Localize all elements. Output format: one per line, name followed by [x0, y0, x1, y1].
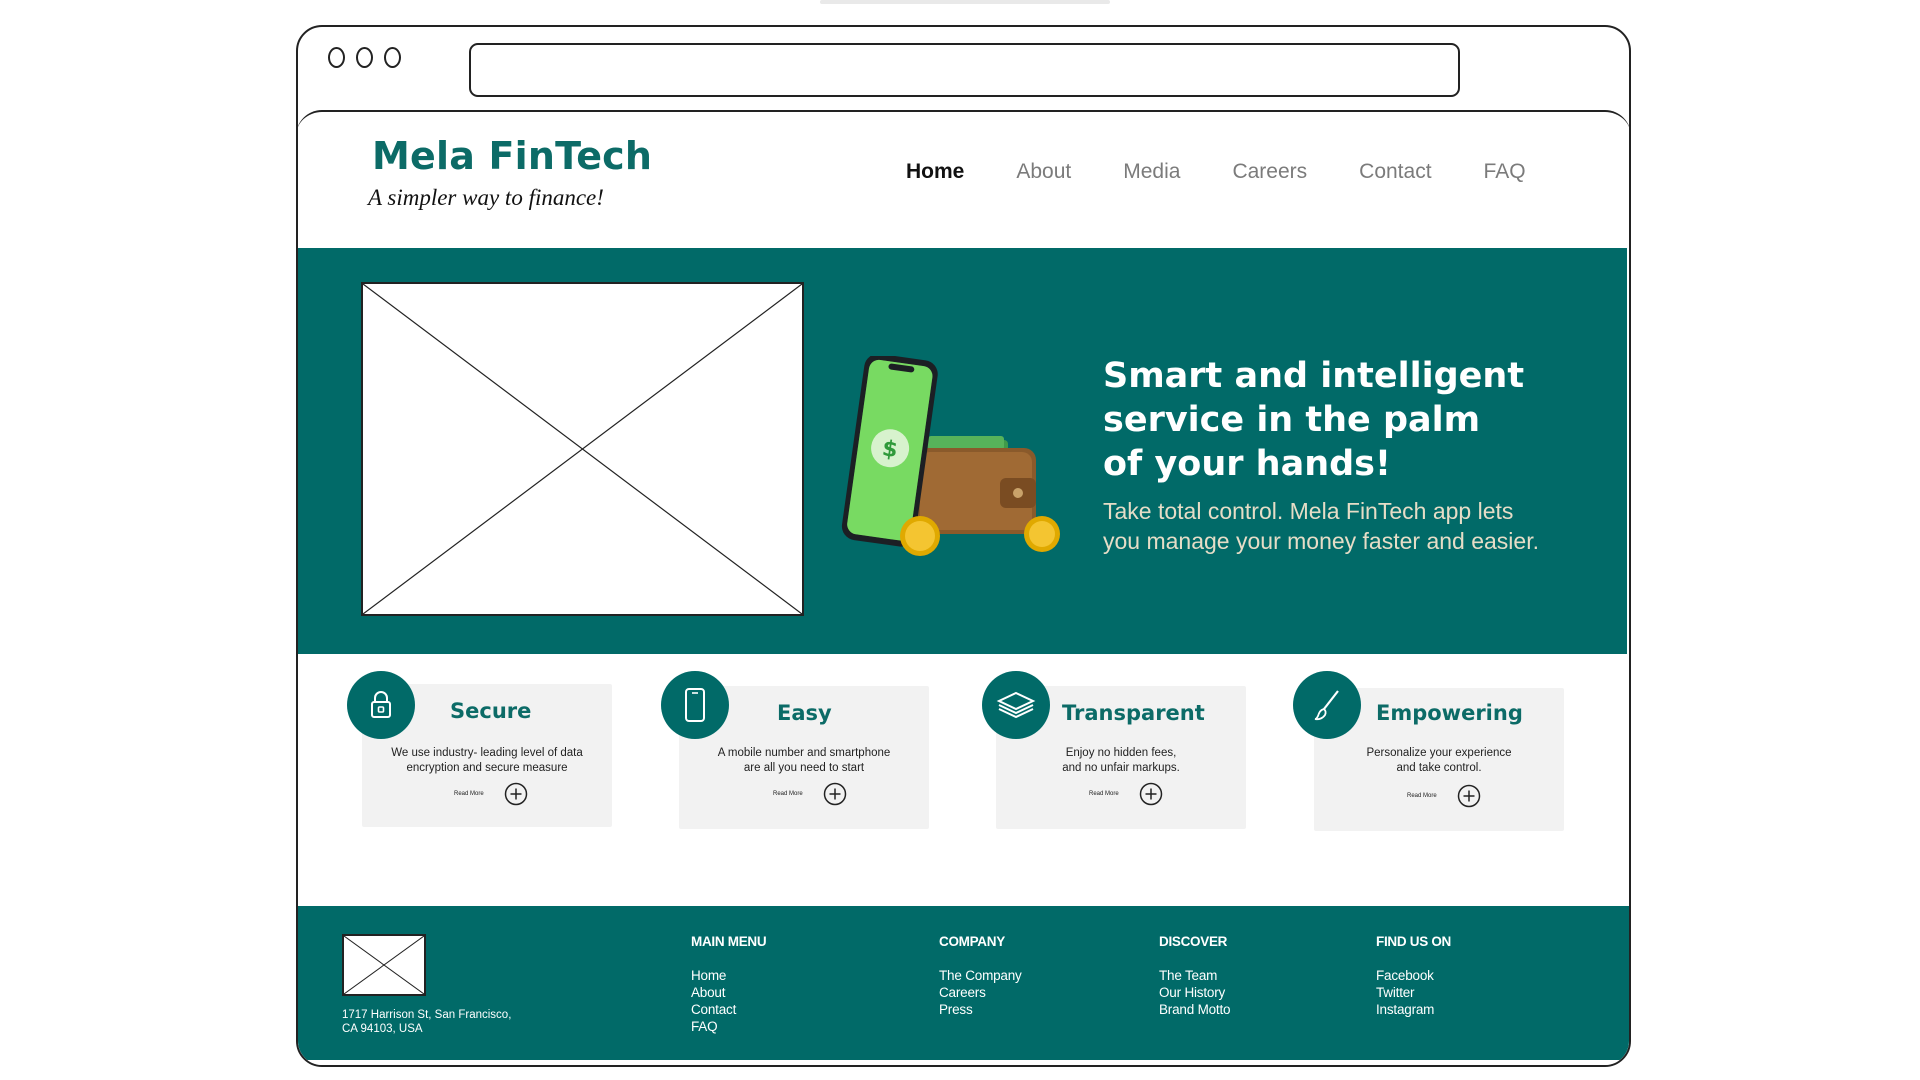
site-footer: 1717 Harrison St, San Francisco, CA 9410… [298, 906, 1629, 1060]
placeholder-cross-icon [363, 284, 802, 614]
nav-home[interactable]: Home [906, 160, 964, 184]
footer-col-find-us-on: FIND US ON Facebook Twitter Instagram [1376, 934, 1451, 1018]
read-more-label: Read More [454, 791, 484, 797]
nav-careers[interactable]: Careers [1232, 160, 1307, 184]
features-section: Secure We use industry- leading level of… [298, 654, 1627, 876]
footer-link-press[interactable]: Press [939, 1001, 1022, 1018]
feature-desc-easy: A mobile number and smartphone are all y… [717, 747, 891, 774]
footer-link-faq[interactable]: FAQ [691, 1018, 766, 1035]
read-more-secure[interactable]: Read More [454, 782, 528, 806]
feature-title-secure: Secure [450, 699, 532, 723]
layers-icon [996, 691, 1036, 719]
feature-title-empowering: Empowering [1376, 701, 1523, 725]
window-control-maximize[interactable] [384, 47, 401, 68]
address-bar[interactable] [469, 43, 1460, 97]
feature-desc-transparent: Enjoy no hidden fees, and no unfair mark… [1062, 747, 1180, 774]
hero-image-placeholder [361, 282, 804, 616]
feature-title-transparent: Transparent [1062, 701, 1205, 725]
hero-section: $ Smart and intelligent service in the p… [298, 248, 1627, 654]
footer-link-the-team[interactable]: The Team [1159, 967, 1230, 984]
smartphone-icon [685, 688, 705, 722]
footer-address: 1717 Harrison St, San Francisco, CA 9410… [342, 1009, 512, 1035]
footer-link-facebook[interactable]: Facebook [1376, 967, 1451, 984]
window-control-minimize[interactable] [356, 47, 373, 68]
footer-col-main-menu: MAIN MENU Home About Contact FAQ [691, 934, 767, 1035]
window-controls [328, 47, 401, 68]
brand-tagline: A simpler way to finance! [368, 185, 604, 210]
footer-link-home[interactable]: Home [691, 967, 766, 984]
feature-desc-empowering: Personalize your experience and take con… [1366, 747, 1512, 774]
browser-window: Mela FinTech A simpler way to finance! H… [296, 25, 1631, 1067]
layers-icon-badge [982, 671, 1050, 739]
plus-circle-icon[interactable] [1139, 782, 1163, 806]
lock-icon [371, 691, 391, 718]
footer-link-careers[interactable]: Careers [939, 984, 1022, 1001]
nav-about[interactable]: About [1016, 160, 1071, 184]
phone-wallet-illustration: $ [841, 356, 1060, 556]
footer-logo-placeholder [342, 934, 426, 996]
footer-link-twitter[interactable]: Twitter [1376, 984, 1451, 1001]
footer-col-company: COMPANY The Company Careers Press [939, 934, 1022, 1018]
footer-col-title: COMPANY [939, 934, 1005, 949]
footer-link-our-history[interactable]: Our History [1159, 984, 1230, 1001]
feature-desc-secure: We use industry- leading level of data e… [391, 747, 583, 774]
read-more-empowering[interactable]: Read More [1407, 784, 1481, 808]
main-nav: Home About Media Careers Contact FAQ [906, 160, 1526, 184]
footer-col-title: FIND US ON [1376, 934, 1452, 949]
plus-circle-icon[interactable] [504, 782, 528, 806]
brush-icon [1314, 690, 1339, 721]
nav-contact[interactable]: Contact [1359, 160, 1431, 184]
read-more-label: Read More [773, 791, 803, 797]
feature-title-easy: Easy [777, 701, 832, 725]
window-control-close[interactable] [328, 47, 345, 68]
footer-col-title: MAIN MENU [691, 934, 767, 949]
lock-icon-badge [347, 671, 415, 739]
brand-logo[interactable]: Mela FinTech [372, 134, 652, 178]
placeholder-cross-icon [343, 935, 425, 995]
footer-link-brand-motto[interactable]: Brand Motto [1159, 1001, 1231, 1018]
top-shadow [820, 0, 1110, 4]
read-more-label: Read More [1407, 793, 1437, 799]
brush-icon-badge [1293, 671, 1361, 739]
nav-faq[interactable]: FAQ [1484, 160, 1526, 184]
read-more-transparent[interactable]: Read More [1089, 782, 1163, 806]
footer-link-contact[interactable]: Contact [691, 1001, 766, 1018]
smartphone-icon-badge [661, 671, 729, 739]
plus-circle-icon[interactable] [1457, 784, 1481, 808]
hero-heading: Smart and intelligent service in the pal… [1103, 356, 1525, 484]
footer-col-discover: DISCOVER The Team Our History Brand Mott… [1159, 934, 1231, 1018]
footer-col-title: DISCOVER [1159, 934, 1228, 949]
footer-link-instagram[interactable]: Instagram [1376, 1001, 1451, 1018]
footer-link-about[interactable]: About [691, 984, 766, 1001]
web-page: Mela FinTech A simpler way to finance! H… [298, 110, 1629, 1065]
hero-subtext: Take total control. Mela FinTech app let… [1103, 498, 1539, 554]
plus-circle-icon[interactable] [823, 782, 847, 806]
read-more-easy[interactable]: Read More [773, 782, 847, 806]
footer-link-the-company[interactable]: The Company [939, 967, 1022, 984]
read-more-label: Read More [1089, 791, 1119, 797]
nav-media[interactable]: Media [1123, 160, 1180, 184]
